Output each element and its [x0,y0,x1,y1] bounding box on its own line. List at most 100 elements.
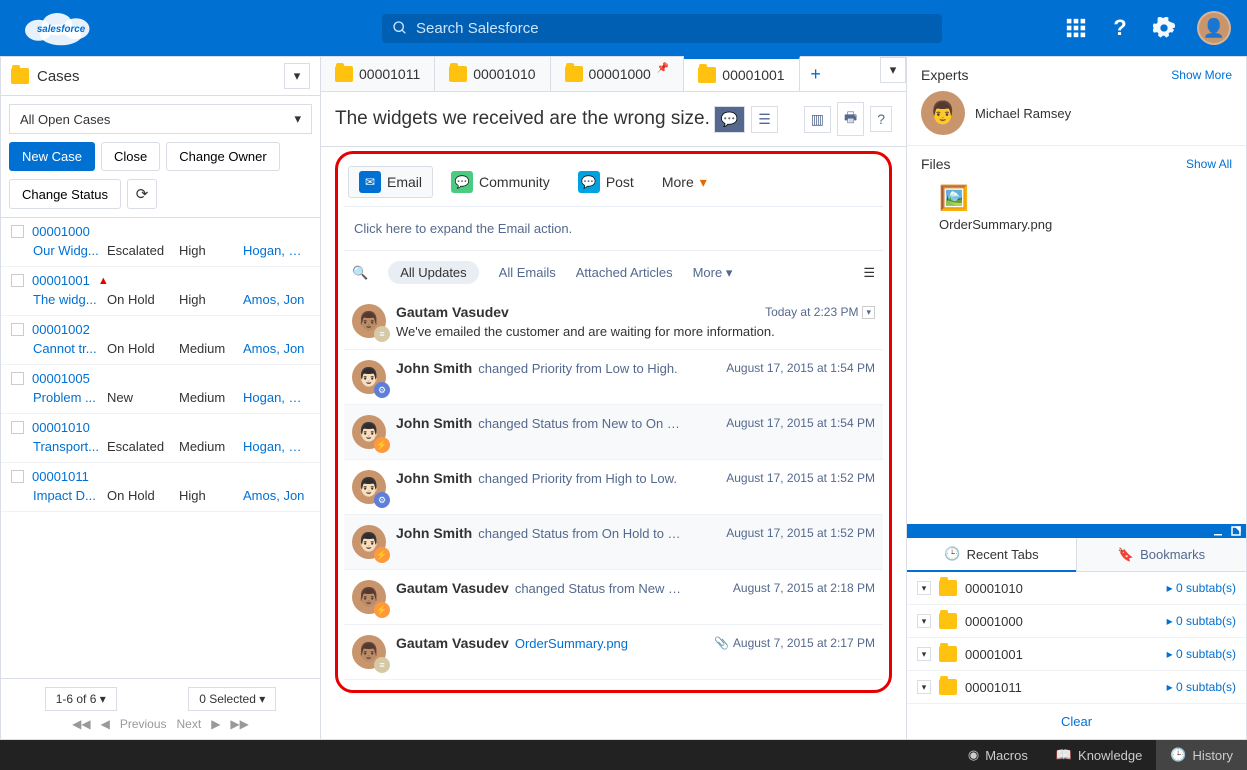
case-row[interactable]: 00001002 Cannot tr...On HoldMediumAmos, … [1,316,320,365]
case-number[interactable]: 00001010 [32,420,90,435]
layout-icon[interactable]: ▥ [804,106,831,133]
case-owner-link[interactable]: Hogan, M... [243,243,310,258]
feed-filter-articles[interactable]: Attached Articles [576,265,673,280]
popout-icon[interactable] [1230,525,1242,537]
expand-toggle[interactable]: ▾ [917,647,931,661]
case-subject-link[interactable]: Cannot tr... [33,341,103,356]
feed-search-icon[interactable]: 🔍 [352,265,368,281]
search-input[interactable] [416,20,932,37]
close-button[interactable]: Close [101,142,160,171]
list-view-selector[interactable]: All Open Cases ▾ [9,104,312,134]
case-number[interactable]: 00001001 [32,273,90,288]
case-subject-link[interactable]: Our Widg... [33,243,103,258]
row-checkbox[interactable] [11,372,24,385]
row-checkbox[interactable] [11,470,24,483]
case-row[interactable]: 00001005 Problem ...NewMediumHogan, M... [1,365,320,414]
panel-menu-toggle[interactable]: ▾ [284,63,310,89]
workspace-tab[interactable]: 00001011 [321,57,435,91]
expand-toggle[interactable]: ▾ [917,680,931,694]
case-number[interactable]: 00001011 [32,469,89,484]
row-checkbox[interactable] [11,274,24,287]
new-tab-button[interactable]: + [800,57,832,91]
expand-toggle[interactable]: ▾ [917,581,931,595]
feed-filter-all[interactable]: All Updates [388,261,478,284]
row-checkbox[interactable] [11,323,24,336]
feed-filter-more[interactable]: More ▾ [693,265,733,281]
case-owner-link[interactable]: Hogan, M... [243,390,310,405]
subtab-count[interactable]: ▸ 0 subtab(s) [1167,647,1236,661]
feed-item[interactable]: 👨🏻⚙ John Smithchanged Priority from Low … [344,350,883,405]
feed-item[interactable]: 👨🏻⚙ John Smithchanged Priority from High… [344,460,883,515]
case-subject-link[interactable]: Impact D... [33,488,103,503]
footer-knowledge[interactable]: 📖Knowledge [1042,740,1157,770]
publisher-more[interactable]: More ▾ [652,170,717,195]
recent-tab-row[interactable]: ▾00001010▸ 0 subtab(s) [907,572,1246,605]
user-avatar[interactable]: 👤 [1197,11,1231,45]
feed-options-icon[interactable]: ☰ [863,265,875,281]
recent-tab-row[interactable]: ▾00001001▸ 0 subtab(s) [907,638,1246,671]
case-row[interactable]: 00001000 Our Widg...EscalatedHighHogan, … [1,218,320,267]
last-page-icon[interactable]: ▶▶ [230,717,248,731]
case-subject-link[interactable]: The widg... [33,292,103,307]
global-search[interactable] [382,14,942,43]
case-row[interactable]: 00001001▲ The widg...On HoldHighAmos, Jo… [1,267,320,316]
minimize-icon[interactable] [1212,525,1224,537]
prev-page-icon[interactable]: ◀ [101,717,110,731]
selected-count[interactable]: 0 Selected ▾ [188,687,276,711]
recent-tab-row[interactable]: ▾00001000▸ 0 subtab(s) [907,605,1246,638]
publisher-email-tab[interactable]: ✉Email [348,166,433,198]
help-icon[interactable]: ? [870,106,892,132]
case-owner-link[interactable]: Amos, Jon [243,341,310,356]
publisher-community-tab[interactable]: 💬Community [441,167,560,197]
feed-attachment-link[interactable]: OrderSummary.png [515,636,628,651]
row-checkbox[interactable] [11,421,24,434]
app-launcher-icon[interactable] [1065,17,1087,39]
bookmarks-tab[interactable]: 🔖Bookmarks [1076,538,1246,572]
first-page-icon[interactable]: ◀◀ [72,717,90,731]
recent-tab-row[interactable]: ▾00001011▸ 0 subtab(s) [907,671,1246,704]
case-owner-link[interactable]: Hogan, M... [243,439,310,454]
case-owner-link[interactable]: Amos, Jon [243,488,310,503]
feed-author[interactable]: John Smith [396,415,472,431]
tab-overflow[interactable]: ▾ [880,57,906,83]
case-number[interactable]: 00001005 [32,371,90,386]
feed-view-button[interactable]: 💬 [714,106,745,133]
change-owner-button[interactable]: Change Owner [166,142,279,171]
feed-author[interactable]: Gautam Vasudev [396,304,509,320]
expert-item[interactable]: 👨 Michael Ramsey [921,91,1232,135]
feed-author[interactable]: John Smith [396,525,472,541]
workspace-tab[interactable]: 00001000 [551,57,685,91]
feed-menu-toggle[interactable]: ▾ [862,306,875,319]
workspace-tab[interactable]: 00001010 [435,57,550,91]
case-row[interactable]: 00001010 Transport...EscalatedMediumHoga… [1,414,320,463]
feed-item[interactable]: 👨🏻⚡ John Smithchanged Status from On Hol… [344,515,883,570]
subtab-count[interactable]: ▸ 0 subtab(s) [1167,614,1236,628]
next-page-icon[interactable]: ▶ [211,717,220,731]
case-number[interactable]: 00001002 [32,322,90,337]
row-checkbox[interactable] [11,225,24,238]
expand-toggle[interactable]: ▾ [917,614,931,628]
footer-macros[interactable]: ◉Macros [954,740,1042,770]
case-row[interactable]: 00001011 Impact D...On HoldHighAmos, Jon [1,463,320,512]
page-range[interactable]: 1-6 of 6 ▾ [45,687,117,711]
help-icon[interactable]: ? [1109,17,1131,39]
print-icon[interactable]: 🖶 [837,102,864,136]
feed-item[interactable]: 👨🏽≡ Gautam VasudevToday at 2:23 PM ▾We'v… [344,294,883,350]
case-subject-link[interactable]: Transport... [33,439,103,454]
detail-view-button[interactable]: ☰ [751,106,778,133]
refresh-button[interactable]: ⟳ [127,179,157,209]
subtab-count[interactable]: ▸ 0 subtab(s) [1167,581,1236,595]
feed-author[interactable]: John Smith [396,470,472,486]
settings-icon[interactable] [1153,17,1175,39]
new-case-button[interactable]: New Case [9,142,95,171]
feed-item[interactable]: 👨🏽⚡ Gautam Vasudevchanged Status from Ne… [344,570,883,625]
feed-author[interactable]: Gautam Vasudev [396,635,509,651]
workspace-tab[interactable]: 00001001 [684,56,799,91]
publisher-expand-hint[interactable]: Click here to expand the Email action. [344,207,883,251]
feed-author[interactable]: John Smith [396,360,472,376]
files-show-all[interactable]: Show All [1186,157,1232,171]
recent-tabs-tab[interactable]: 🕒Recent Tabs [907,538,1076,572]
case-owner-link[interactable]: Amos, Jon [243,292,310,307]
case-number[interactable]: 00001000 [32,224,90,239]
publisher-post-tab[interactable]: 💬Post [568,167,644,197]
